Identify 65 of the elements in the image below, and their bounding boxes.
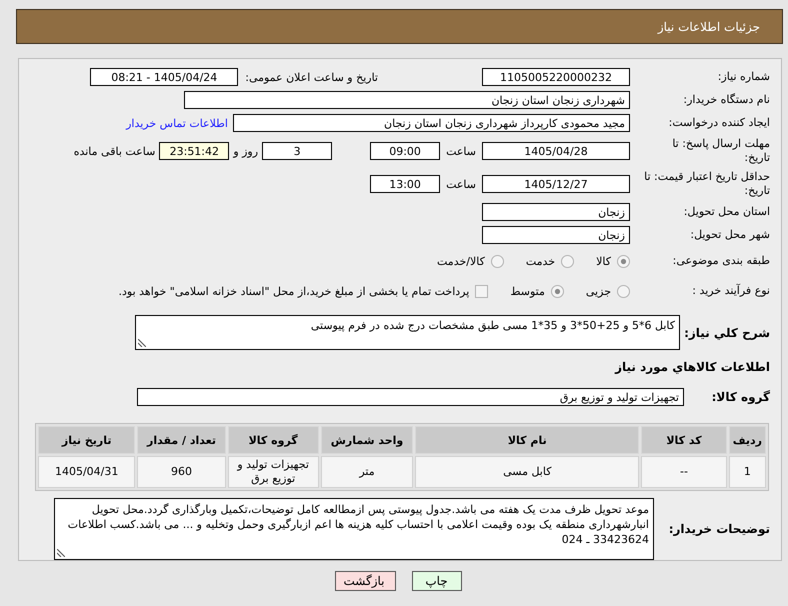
days-label: روز و xyxy=(233,144,258,158)
remaining-label: ساعت باقی مانده xyxy=(74,144,156,158)
contact-info-link[interactable]: اطلاعات تماس خریدار xyxy=(126,116,228,130)
field-label: شهر محل تحویل: xyxy=(689,228,770,242)
field-label: مهلت ارسال پاسخ: تا تاریخ: xyxy=(671,137,770,165)
radio-label[interactable]: متوسط xyxy=(510,284,545,298)
buyer-organization-field[interactable]: شهرداری زنجان استان زنجان xyxy=(184,91,630,109)
table-header-cell: نام کالا xyxy=(415,426,640,454)
field-label: شماره نیاز: xyxy=(716,70,770,84)
field-label: شرح کلي نیاز: xyxy=(684,326,770,340)
table-cell: تجهیزات تولید و توزیع برق xyxy=(228,456,319,488)
remaining-time-field[interactable]: 23:51:42 xyxy=(159,142,230,160)
validity-date-field[interactable]: 1405/12/27 xyxy=(482,175,630,193)
table-header-cell: واحد شمارش xyxy=(320,426,414,454)
announcement-date-field[interactable]: 1405/04/24 - 08:21 xyxy=(90,68,238,86)
table-cell: 1 xyxy=(728,456,766,488)
table-header-cell: تاریخ نیاز xyxy=(38,426,136,454)
radio-icon[interactable] xyxy=(490,254,504,268)
resize-grip-icon[interactable] xyxy=(57,549,65,557)
goods-group-field[interactable]: تجهیزات تولید و توزیع برق xyxy=(137,388,684,406)
delivery-province-field[interactable]: زنجان xyxy=(482,203,630,221)
field-label: ایجاد کننده درخواست: xyxy=(668,116,770,130)
radio-label[interactable]: خدمت xyxy=(526,254,556,268)
field-label: تاریخ و ساعت اعلان عمومی: xyxy=(245,70,378,84)
validity-time-field[interactable]: 13:00 xyxy=(370,175,440,193)
field-label: گروه کالا: xyxy=(710,390,770,404)
radio-label[interactable]: جزیی xyxy=(586,284,611,298)
field-label: حداقل تاریخ اعتبار قیمت: تا تاریخ: xyxy=(644,170,770,198)
buyer-notes-field[interactable]: موعد تحویل ظرف مدت یک هفته می باشد.جدول پیوستی پس ازمطالعه کامل توضیحات،تکمیل وبارگذاری گردد.محل تحویل انبارشهرداری منطقه یک بوده وقیمت اعلامی با احتساب کلیه هزینه ها اعم ازبارگیری وحمل وتخلیه و ... می باشد.کسب اطلاعات 33423624 ـ 024 xyxy=(54,498,654,560)
table-cell: متر xyxy=(320,456,414,488)
radio-label[interactable]: کالا xyxy=(596,254,611,268)
checkbox-icon[interactable] xyxy=(475,284,488,298)
table-header-cell: گروه کالا xyxy=(228,426,319,454)
deadline-time-field[interactable]: 09:00 xyxy=(370,142,440,160)
table-cell: کابل مسی xyxy=(415,456,640,488)
radio-icon[interactable] xyxy=(561,254,574,268)
description-field[interactable]: کابل 6*5 و 25+50*3 و 35*1 مسی طبق مشخصات درج شده در فرم پیوستی xyxy=(135,315,680,350)
need-number-field[interactable]: 1105005220000232 xyxy=(482,68,630,86)
deadline-date-field[interactable]: 1405/04/28 xyxy=(482,142,630,160)
radio-icon[interactable] xyxy=(550,284,564,298)
field-label: توضیحات خریدار: xyxy=(668,522,770,536)
field-label: طبقه بندی موضوعی: xyxy=(672,254,770,268)
section-title: اطلاعات کالاهاي مورد نیاز xyxy=(615,360,770,374)
field-label: نام دستگاه خریدار: xyxy=(682,93,770,107)
page-title: جزئیات اطلاعات نیاز xyxy=(658,20,760,34)
back-button[interactable]: بازگشت xyxy=(334,571,396,591)
resize-grip-icon[interactable] xyxy=(138,339,146,347)
table-cell: 960 xyxy=(137,456,226,488)
print-button[interactable]: چاپ xyxy=(412,571,462,591)
radio-icon[interactable] xyxy=(617,284,630,298)
time-label: ساعت xyxy=(446,144,476,158)
table-header-cell: تعداد / مقدار xyxy=(137,426,226,454)
table-cell: 1405/04/31 xyxy=(38,456,136,488)
radio-icon[interactable] xyxy=(617,254,630,268)
time-label: ساعت xyxy=(446,178,476,190)
delivery-city-field[interactable]: زنجان xyxy=(482,226,630,244)
checkbox-label[interactable]: پرداخت تمام یا بخشی از مبلغ خرید،از محل "اسناد خزانه اسلامی" خواهد بود. xyxy=(118,284,470,298)
table-header-cell: کد کالا xyxy=(641,426,727,454)
field-label: استان محل تحویل: xyxy=(682,205,770,219)
days-field[interactable]: 3 xyxy=(262,142,332,160)
field-label: نوع فرآیند خرید : xyxy=(691,284,770,298)
requester-field[interactable]: مجید محمودی کارپرداز شهرداری زنجان استان زنجان xyxy=(233,114,630,132)
table-cell: -- xyxy=(641,456,727,488)
radio-label[interactable]: کالا/خدمت xyxy=(437,254,485,268)
table-header-cell: ردیف xyxy=(728,426,766,454)
